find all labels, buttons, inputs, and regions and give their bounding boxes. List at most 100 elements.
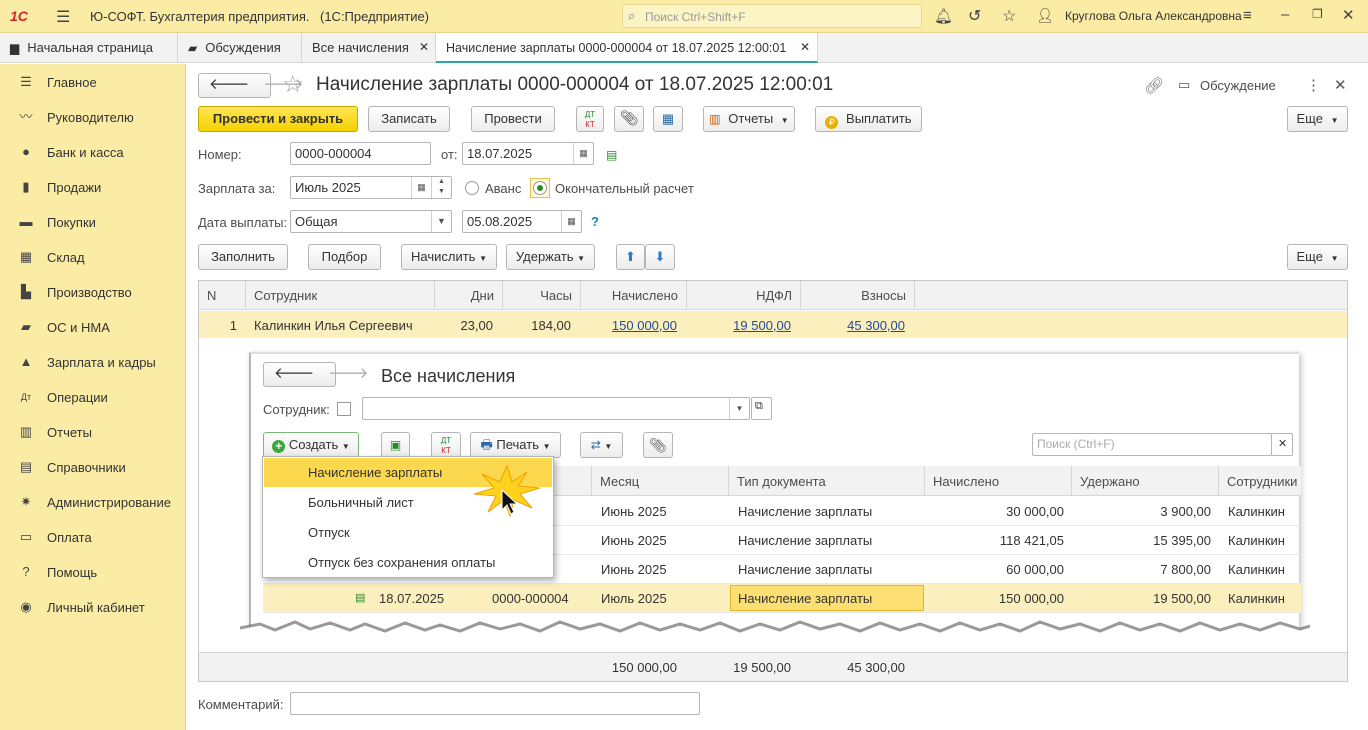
column-header[interactable]: Дни [435,281,503,310]
employee-filter-field[interactable]: ▼ [362,397,750,420]
sidebar-item-13[interactable]: ▭ Оплата [0,520,186,555]
exchange-button[interactable]: ⇄ ▼ [580,432,623,458]
dropdown-arrow-icon[interactable]: ▼ [729,398,749,419]
star-icon[interactable]: ☆ [1002,6,1016,26]
inset-column-header[interactable]: Сотрудники [1219,466,1301,496]
discussion-link[interactable]: Обсуждение [1200,78,1276,93]
accrue-button[interactable]: Начислить ▼ [401,244,497,270]
sidebar-item-5[interactable]: ▦ Склад [0,240,186,275]
number-field[interactable]: 0000-000004 [290,142,431,165]
inset-column-header[interactable]: Тип документа [729,466,925,496]
comment-field[interactable] [290,692,700,715]
dropdown-arrow-icon[interactable]: ▼ [431,211,451,232]
inset-attach-button[interactable]: 📎︎ [643,432,673,458]
column-header[interactable]: НДФЛ [687,281,801,310]
favorite-star-icon[interactable]: ☆ [282,70,304,99]
inset-column-header[interactable]: Начислено [925,466,1072,496]
inset-column-header[interactable]: Удержано [1072,466,1219,496]
calendar-icon[interactable]: ▦ [561,211,581,232]
print-button[interactable]: 🖶︎ Печать ▼ [470,432,561,458]
sidebar-item-7[interactable]: ▰ ОС и НМА [0,310,186,345]
sidebar-item-10[interactable]: ▥ Отчеты [0,415,186,450]
tab-all-accruals[interactable]: Все начисления ✕ [302,33,436,63]
sidebar-item-6[interactable]: ▙ Производство [0,275,186,310]
final-calc-radio[interactable] [530,178,550,198]
save-button[interactable]: Записать [368,106,450,132]
attach-button[interactable]: 📎︎ [614,106,644,132]
sidebar-item-8[interactable]: ▲ Зарплата и кадры [0,345,186,380]
restore-icon[interactable]: ❐ [1312,7,1323,21]
minimize-icon[interactable]: – [1281,6,1289,23]
inset-back-button[interactable]: 🡐 🡒 [263,362,368,387]
column-header[interactable]: Сотрудник [246,281,435,310]
row-ndfl-link[interactable]: 19 500,00 [687,318,791,333]
create-button[interactable]: + Создать ▼ [263,432,359,458]
date-field[interactable]: 18.07.2025 ▦ [462,142,594,165]
inset-dt-kt-button[interactable]: ДТ КТ [431,432,461,458]
reports-button[interactable]: ▥ Отчеты ▼ [703,106,795,132]
sidebar-item-14[interactable]: ? Помощь [0,555,186,590]
advance-radio[interactable] [465,181,479,195]
fill-button[interactable]: Заполнить [198,244,288,270]
tab-payroll-doc[interactable]: Начисление зарплаты 0000-000004 от 18.07… [436,33,818,63]
bell-icon[interactable]: 🔔︎ [934,7,953,25]
more-button-table[interactable]: Еще ▼ [1287,244,1348,270]
sidebar-item-3[interactable]: ▮ Продажи [0,170,186,205]
sidebar-item-9[interactable]: Дт Операции [0,380,186,415]
tab-home[interactable]: ▆ Начальная страница [0,33,178,63]
post-button[interactable]: Провести [471,106,555,132]
post-and-close-button[interactable]: Провести и закрыть [198,106,358,132]
deduct-button[interactable]: Удержать ▼ [506,244,595,270]
row-accrued-link[interactable]: 150 000,00 [581,318,677,333]
column-header[interactable]: Взносы [801,281,915,310]
global-search-input[interactable]: ⌕ Поиск Ctrl+Shift+F [622,4,922,28]
history-icon[interactable]: ↺ [968,6,981,26]
move-down-button[interactable]: ⬇ [645,244,675,270]
menu-item-unpaid-leave[interactable]: Отпуск без сохранения оплаты [264,548,552,577]
table-row[interactable]: 1 Калинкин Илья Сергеевич 23,00 184,00 1… [199,311,1347,338]
close-doc-icon[interactable]: ✕ [1334,76,1347,94]
discussion-icon[interactable]: ▭ [1178,77,1190,93]
row-contrib-link[interactable]: 45 300,00 [801,318,905,333]
more-button-top[interactable]: Еще ▼ [1287,106,1348,132]
sidebar-item-4[interactable]: ▬ Покупки [0,205,186,240]
help-icon[interactable]: ? [591,214,599,229]
clear-search-button[interactable]: ✕ [1271,433,1293,456]
user-icon[interactable]: 👤︎ [1036,7,1054,24]
pay-date-field[interactable]: 05.08.2025 ▦ [462,210,582,233]
create-copy-button[interactable]: ▣ [381,432,410,458]
close-tab-icon[interactable]: ✕ [800,40,810,54]
back-button[interactable]: 🡐 🡒 [198,73,303,98]
sidebar-item-12[interactable]: ✷ Администрирование [0,485,186,520]
column-header[interactable]: Часы [503,281,581,310]
sidebar-item-11[interactable]: ▤ Справочники [0,450,186,485]
sidebar-item-0[interactable]: ☰ Главное [0,65,186,100]
link-icon[interactable]: 🔗︎ [1144,76,1164,96]
sidebar-item-1[interactable]: 〰 Руководителю [0,100,186,135]
salary-month-field[interactable]: Июль 2025 ▦ ▲ ▼ [290,176,452,199]
sidebar-item-15[interactable]: ◉ Личный кабинет [0,590,186,625]
sidebar-item-2[interactable]: ● Банк и касса [0,135,186,170]
select-button[interactable]: Подбор [308,244,381,270]
close-window-icon[interactable]: ✕ [1342,6,1355,24]
spin-icon[interactable]: ▲ ▼ [431,177,451,198]
inset-table-row[interactable]: ▤ 18.07.2025 0000-000004 Июль 2025 Начислени… [263,584,1301,613]
move-up-button[interactable]: ⬆ [616,244,645,270]
structure-button[interactable]: ▦ [653,106,683,132]
dt-kt-button[interactable]: ДТ КТ [576,106,604,132]
pay-button[interactable]: ₽ Выплатить [815,106,922,132]
settings-menu-icon[interactable]: ≡ [1243,7,1252,24]
employee-filter-checkbox[interactable] [337,402,351,416]
open-button[interactable]: ⧉ [751,397,772,420]
column-header[interactable]: N [199,281,246,310]
tab-discussions[interactable]: ▰ Обсуждения [178,33,302,63]
inset-search-input[interactable]: Поиск (Ctrl+F) [1032,433,1272,456]
column-header[interactable]: Начислено [581,281,687,310]
menu-item-vacation[interactable]: Отпуск [264,518,552,547]
calendar-icon[interactable]: ▦ [573,143,593,164]
more-vert-icon[interactable]: ⋮ [1306,76,1321,94]
pay-type-select[interactable]: Общая ▼ [290,210,452,233]
inset-column-header[interactable]: Месяц [592,466,729,496]
close-tab-icon[interactable]: ✕ [419,40,429,54]
user-name[interactable]: Круглова Ольга Александровна [1065,9,1242,23]
